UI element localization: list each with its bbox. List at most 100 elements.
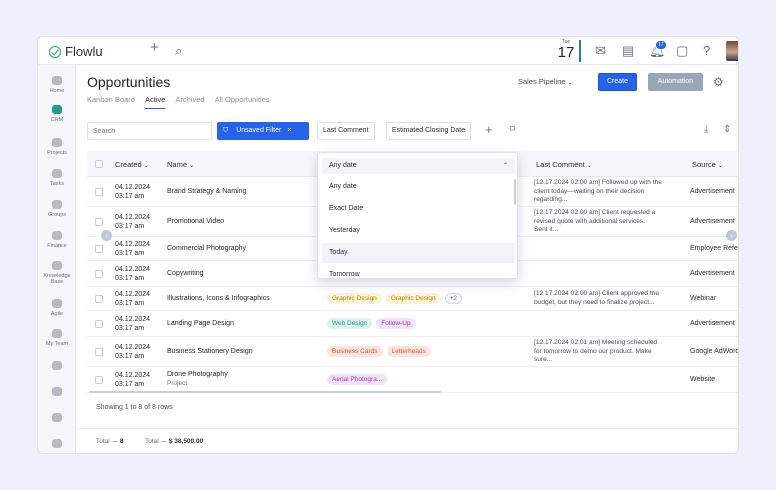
sidebar-item-knowledge-base[interactable]: Knowledge Base — [38, 261, 76, 285]
sidebar-item-label-line2: Base — [50, 279, 64, 285]
source-value: Website — [690, 376, 716, 383]
download-icon[interactable]: ⤓ — [704, 124, 708, 135]
opportunity-name[interactable]: Drone Photography Project — [167, 371, 228, 387]
collapse-icon[interactable]: ⇕ — [723, 124, 731, 135]
tag-badge[interactable]: Business Cards — [327, 346, 383, 357]
dropdown-scrollbar[interactable] — [514, 179, 516, 205]
sidebar-item-tasks[interactable]: Tasks — [38, 169, 76, 187]
tag-badge[interactable]: Graphic Design — [327, 293, 382, 304]
row-checkbox[interactable] — [95, 376, 103, 384]
opportunity-name[interactable]: Copywriting — [167, 270, 204, 277]
mail-icon[interactable]: ✉ — [595, 44, 606, 58]
select-all-checkbox[interactable] — [95, 160, 103, 168]
row-checkbox[interactable] — [95, 188, 103, 196]
sidebar-item-groups[interactable]: Groups — [38, 200, 76, 218]
dropdown-option[interactable]: Any date — [322, 177, 515, 197]
tag-badge[interactable]: Graphic Design — [385, 293, 441, 304]
dropdown-option[interactable]: Tomorrow — [322, 265, 515, 278]
table-row[interactable]: 04.12.2024 03:17 am Illustrations, Icons &… — [87, 287, 738, 311]
app-icon — [52, 387, 62, 396]
tag-badge[interactable]: Web Design — [327, 318, 373, 329]
sidebar-item-finance[interactable]: Finance — [38, 231, 76, 249]
add-filter-icon[interactable]: + — [485, 122, 493, 137]
last-comment: [12.17.2024 02:00 am] Client requested a… — [534, 209, 686, 235]
sidebar-item-extra-3[interactable] — [38, 413, 76, 422]
last-comment-filter[interactable]: Last Comment — [317, 122, 375, 140]
sidebar-item-home[interactable]: Home — [38, 76, 76, 94]
sidebar-item-projects[interactable]: Projects — [38, 138, 76, 156]
gear-icon[interactable]: ⚙ — [713, 75, 724, 89]
tab-active[interactable]: Active — [144, 95, 166, 109]
column-created[interactable]: Created ⌄ — [115, 160, 149, 169]
filter-bar: ⛉ Unsaved Filter × Last Comment Estimate… — [87, 122, 732, 140]
sidebar-item-label: Groups — [47, 212, 67, 218]
closing-date-filter[interactable]: Estimated Closing Date — [386, 122, 472, 140]
search-input[interactable] — [87, 122, 212, 140]
tag-badge[interactable]: Follow-Up — [376, 318, 416, 329]
column-name[interactable]: Name ⌄ — [167, 160, 194, 169]
dropdown-option[interactable]: Yesterday — [322, 221, 515, 241]
dropdown-option[interactable]: Exact Date — [322, 199, 515, 219]
more-tags-badge[interactable]: +2 — [444, 293, 463, 304]
automation-button[interactable]: Automation — [648, 73, 703, 91]
tags-cell: Web Design Follow-Up — [327, 318, 420, 329]
last-comment: [12.17.2024 02:01 am] Meeting scheduled f… — [534, 339, 686, 365]
flowlu-logo-icon — [49, 45, 61, 58]
tag-badge[interactable]: Aerial Photogra... — [327, 374, 388, 385]
date-value: 04.12.2024 — [115, 266, 151, 273]
sidebar-item-agile[interactable]: Agile — [38, 299, 76, 317]
opportunity-name[interactable]: Illustrations, Icons & Infographics — [167, 295, 270, 302]
create-button[interactable]: Create — [598, 73, 637, 91]
column-source[interactable]: Source ⌄ — [692, 160, 723, 169]
app-logo[interactable]: Flowlu — [49, 44, 103, 59]
sidebar-item-my-team[interactable]: My Team — [38, 329, 76, 347]
row-checkbox[interactable] — [95, 218, 103, 226]
unsaved-filter-chip[interactable]: ⛉ Unsaved Filter × — [217, 122, 309, 140]
search-icon[interactable]: ⌕ — [175, 44, 182, 58]
sidebar-item-extra-4[interactable] — [38, 439, 76, 448]
notes-icon[interactable]: ▤ — [622, 44, 634, 58]
calendar-date[interactable]: Tue 17 — [556, 39, 576, 61]
chevron-down-icon: ⌄ — [717, 163, 723, 169]
close-icon[interactable]: × — [287, 127, 291, 134]
tag-badge[interactable]: Letterheads — [386, 346, 431, 357]
scroll-right-button[interactable]: › — [726, 230, 737, 241]
sidebar-item-extra-2[interactable] — [38, 387, 76, 396]
row-checkbox[interactable] — [95, 348, 103, 356]
column-last-comment[interactable]: Last Comment ⌄ — [536, 160, 592, 169]
help-icon[interactable]: ? — [703, 44, 710, 58]
table-row[interactable]: 04.12.2024 03:17 am Drone Photography Proje… — [87, 367, 738, 393]
table-row[interactable]: 04.12.2024 03:17 am Business Stationery De… — [87, 337, 739, 367]
tab-kanban-board[interactable]: Kanban Board — [87, 95, 135, 109]
sidebar-item-extra-1[interactable] — [38, 361, 76, 370]
created-date: 04.12.2024 03:17 am — [115, 183, 150, 201]
column-label: Name — [167, 160, 188, 169]
row-checkbox[interactable] — [95, 320, 103, 328]
table-row[interactable]: 04.12.2024 03:17 am Landing Page Design Web… — [87, 311, 738, 337]
row-checkbox[interactable] — [95, 295, 103, 303]
opportunity-name[interactable]: Brand Strategy & Naming — [167, 188, 246, 195]
opportunity-name[interactable]: Promotional Video — [167, 218, 224, 225]
total-sum-label: Total — — [145, 438, 168, 445]
comment-line: for tomorrow to demo our product. Make — [534, 347, 652, 355]
dropdown-option[interactable]: Today — [322, 243, 515, 263]
dropdown-selected[interactable]: Any date ⌃ — [322, 158, 515, 174]
tab-all-opportunities[interactable]: All Opportunities — [215, 95, 270, 109]
tab-archived[interactable]: Archived — [175, 95, 204, 109]
sidebar-item-crm[interactable]: CRM — [38, 105, 76, 123]
row-checkbox[interactable] — [95, 270, 103, 278]
time-value: 03:17 am — [115, 381, 145, 388]
bookmark-icon[interactable]: ⌑ — [510, 124, 515, 135]
scroll-left-button[interactable]: ‹ — [101, 230, 112, 241]
source-value: Google AdWords — [690, 348, 739, 355]
date-divider — [579, 40, 581, 62]
row-checkbox[interactable] — [95, 245, 103, 253]
avatar[interactable] — [726, 41, 738, 61]
opportunity-name[interactable]: Commercial Photography — [167, 245, 246, 252]
chat-icon[interactable]: ▢ — [676, 44, 688, 58]
opportunity-name[interactable]: Business Stationery Design — [167, 348, 253, 355]
opportunity-name[interactable]: Landing Page Design — [167, 320, 234, 327]
plus-icon[interactable]: + — [150, 40, 159, 55]
horizontal-scrollbar[interactable] — [89, 391, 441, 393]
pipeline-selector[interactable]: Sales Pipeline ⌄ — [518, 77, 573, 86]
